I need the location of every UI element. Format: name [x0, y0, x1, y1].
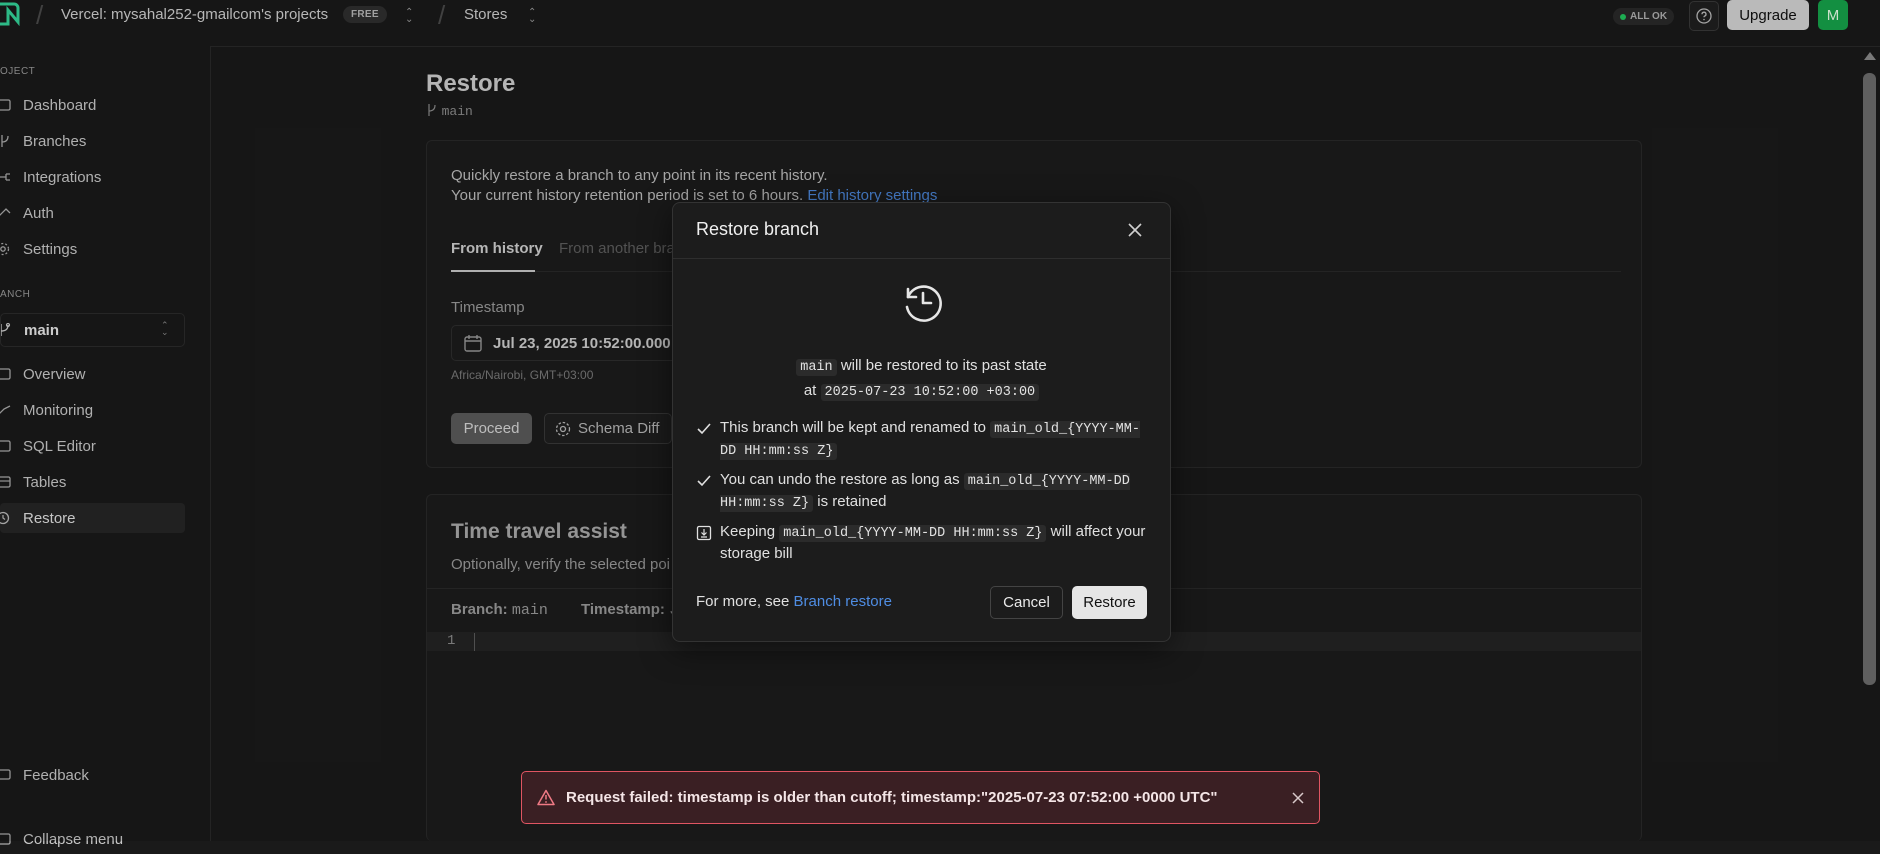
check-icon	[697, 475, 711, 487]
check-icon	[697, 423, 711, 435]
at-word: at	[803, 382, 817, 399]
error-message: Request failed: timestamp is older than …	[566, 789, 1218, 806]
info-row-undo: You can undo the restore as long as main…	[696, 470, 1151, 512]
restore-branch-dialog: Restore branch main will be restored to …	[672, 202, 1171, 642]
info-row-undo-tail: is retained	[817, 493, 887, 510]
storage-bill-icon	[696, 525, 712, 541]
restore-timestamp-code: 2025-07-23 10:52:00 +03:00	[820, 384, 1040, 401]
info-row-storage-label: Keeping	[720, 523, 776, 540]
dialog-title: Restore branch	[696, 219, 820, 239]
more-info-text: For more, see Branch restore	[696, 593, 892, 610]
branch-code: main	[796, 359, 837, 376]
restore-summary-line1: main will be restored to its past state	[673, 357, 1170, 376]
restore-button[interactable]: Restore	[1072, 586, 1147, 619]
info-row-undo-text: You can undo the restore as long as main…	[720, 470, 1151, 514]
dialog-divider	[673, 258, 1170, 259]
info-row-undo-label: You can undo the restore as long as	[720, 471, 960, 488]
restore-summary-line2: at 2025-07-23 10:52:00 +03:00	[673, 382, 1170, 401]
info-row-kept-text: This branch will be kept and renamed to …	[720, 418, 1151, 462]
cancel-button[interactable]: Cancel	[990, 586, 1063, 619]
history-clock-icon	[905, 285, 942, 322]
info-row-kept-label: This branch will be kept and renamed to	[720, 419, 986, 436]
close-icon[interactable]	[1292, 792, 1304, 804]
storage-branch-code: main_old_{YYYY-MM-DD HH:mm:ss Z}	[779, 525, 1047, 542]
info-row-storage-text: Keeping main_old_{YYYY-MM-DD HH:mm:ss Z}…	[720, 522, 1151, 564]
close-icon[interactable]	[1126, 221, 1144, 239]
branch-restore-link[interactable]: Branch restore	[794, 593, 892, 610]
error-toast: Request failed: timestamp is older than …	[521, 771, 1320, 824]
more-info-label: For more, see	[696, 593, 790, 610]
restore-summary-text: will be restored to its past state	[840, 357, 1047, 374]
warning-icon	[537, 789, 555, 806]
info-row-kept: This branch will be kept and renamed to …	[696, 418, 1151, 460]
info-row-storage: Keeping main_old_{YYYY-MM-DD HH:mm:ss Z}…	[696, 522, 1151, 564]
